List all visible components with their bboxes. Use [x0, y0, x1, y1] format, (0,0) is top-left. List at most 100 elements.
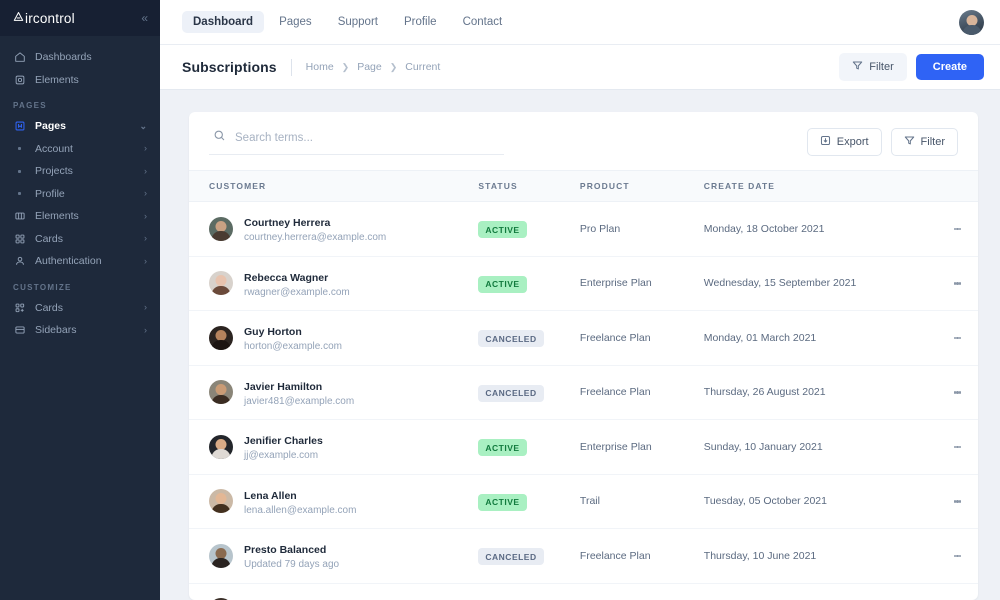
download-icon	[820, 135, 831, 149]
content-area: Export Filter	[160, 90, 1000, 600]
kebab-menu-icon[interactable]	[937, 281, 978, 286]
chevron-right-icon[interactable]: ›	[144, 167, 147, 176]
cell-customer: Javier Hamiltonjavier481@example.com	[189, 365, 478, 420]
avatar	[209, 217, 233, 241]
cell-product: Pro Plan	[580, 202, 704, 257]
table-row[interactable]: Jenifier Charlesjj@example.comACTIVEEnte…	[189, 420, 978, 475]
avatar	[209, 544, 233, 568]
sidebar-item-elements[interactable]: Elements ›	[0, 205, 160, 228]
search-box[interactable]	[209, 129, 504, 155]
tab-contact[interactable]: Contact	[452, 11, 514, 33]
cell-product: Pro Plan	[580, 583, 704, 600]
chevron-right-icon[interactable]: ›	[144, 326, 147, 335]
table-row[interactable]: Lena Allenlena.allen@example.comACTIVETr…	[189, 474, 978, 529]
kebab-menu-icon[interactable]	[937, 390, 978, 395]
chevron-right-icon[interactable]: ›	[144, 212, 147, 221]
sidebar-section-pages: PAGES	[0, 91, 160, 115]
chevron-right-icon[interactable]: ›	[144, 303, 147, 312]
sidebar-item-account[interactable]: Account ›	[0, 138, 160, 161]
sidebar-item-cards[interactable]: Cards ›	[0, 228, 160, 251]
chevron-right-icon[interactable]: ›	[144, 234, 147, 243]
column-header-create-date: CREATE DATE	[704, 171, 938, 202]
status-badge: CANCELED	[478, 385, 543, 402]
main-area: Dashboard Pages Support Profile Contact …	[160, 0, 1000, 600]
cell-actions	[937, 420, 978, 475]
tab-dashboard[interactable]: Dashboard	[182, 11, 264, 33]
funnel-icon	[852, 60, 863, 74]
customer-name: Jenifier Charles	[244, 435, 323, 447]
table-row[interactable]: Keith Hansonk.handson@example.comACTIVEP…	[189, 583, 978, 600]
home-icon	[13, 51, 26, 64]
table-row[interactable]: Rebecca Wagnerrwagner@example.comACTIVEE…	[189, 256, 978, 311]
funnel-icon	[904, 135, 915, 149]
tab-support[interactable]: Support	[327, 11, 389, 33]
customer-name: Javier Hamilton	[244, 381, 322, 393]
cell-customer: Jenifier Charles jj@example.com	[189, 420, 478, 475]
page-title: Subscriptions	[182, 59, 277, 75]
sidebar-item-dashboards[interactable]: Dashboards	[0, 46, 160, 69]
customer-name: Guy Horton	[244, 326, 302, 338]
customer-sub: Updated 79 days ago	[244, 558, 339, 572]
status-badge: ACTIVE	[478, 439, 526, 456]
status-badge: CANCELED	[478, 548, 543, 565]
avatar	[209, 435, 233, 459]
sidebar-label: Profile	[35, 188, 135, 200]
table-row[interactable]: Presto BalancedUpdated 79 days agoCANCEL…	[189, 529, 978, 584]
cell-create-date: Monday, 18 October 2021	[704, 202, 938, 257]
tab-profile[interactable]: Profile	[393, 11, 448, 33]
cell-customer: Guy Hortonhorton@example.com	[189, 311, 478, 366]
customer-name: Rebecca Wagner	[244, 272, 328, 284]
chevron-right-icon[interactable]: ›	[144, 189, 147, 198]
export-button[interactable]: Export	[807, 128, 882, 156]
sidebar-item-pages[interactable]: Pages ⌄	[0, 115, 160, 138]
kebab-menu-icon[interactable]	[937, 335, 978, 340]
table-filter-button[interactable]: Filter	[891, 128, 958, 156]
kebab-menu-icon[interactable]	[937, 226, 978, 231]
customer-sub: jj@example.com	[244, 449, 323, 463]
sidebar-item-elements-top[interactable]: Elements	[0, 69, 160, 92]
create-button[interactable]: Create	[916, 54, 984, 80]
grid-icon	[13, 232, 26, 245]
cell-status: ACTIVE	[478, 474, 580, 529]
avatar[interactable]	[959, 10, 984, 35]
brand-logo[interactable]: ircontrol	[13, 11, 75, 26]
cell-status: CANCELED	[478, 365, 580, 420]
customer-sub: rwagner@example.com	[244, 286, 350, 300]
sidebar-icon	[13, 324, 26, 337]
table-row[interactable]: Guy Hortonhorton@example.comCANCELEDFree…	[189, 311, 978, 366]
sidebar-item-authentication[interactable]: Authentication ›	[0, 250, 160, 273]
sidebar-label: Authentication	[35, 255, 135, 267]
table-row[interactable]: Javier Hamiltonjavier481@example.comCANC…	[189, 365, 978, 420]
sidebar-item-profile[interactable]: Profile ›	[0, 183, 160, 206]
filter-button[interactable]: Filter	[839, 53, 906, 81]
sidebar-label: Cards	[35, 302, 135, 314]
sidebar-item-cards-customize[interactable]: Cards ›	[0, 297, 160, 320]
chevrons-left-icon[interactable]: «	[141, 12, 148, 24]
cell-status: ACTIVE	[478, 583, 580, 600]
tab-pages[interactable]: Pages	[268, 11, 323, 33]
breadcrumb-home[interactable]: Home	[306, 61, 334, 73]
sidebar-item-projects[interactable]: Projects ›	[0, 160, 160, 183]
sidebar-label: Elements	[35, 210, 135, 222]
chip-icon	[13, 73, 26, 86]
search-input[interactable]	[235, 132, 500, 144]
bullet-icon	[13, 147, 26, 150]
breadcrumb-page[interactable]: Page	[357, 61, 382, 73]
column-header-actions	[937, 171, 978, 202]
chevron-right-icon[interactable]: ›	[144, 144, 147, 153]
bullet-icon	[13, 192, 26, 195]
table-filter-button-label: Filter	[921, 136, 945, 148]
chevron-down-icon[interactable]: ⌄	[139, 122, 147, 131]
customer-name: Courtney Herrera	[244, 217, 330, 229]
kebab-menu-icon[interactable]	[937, 553, 978, 558]
columns-icon	[13, 210, 26, 223]
table-header-row: CUSTOMER STATUS PRODUCT CREATE DATE	[189, 171, 978, 202]
kebab-menu-icon[interactable]	[937, 444, 978, 449]
app-root: ircontrol « Dashboards	[0, 0, 1000, 600]
cell-customer: Courtney Herreracourtney.herrera@example…	[189, 202, 478, 257]
kebab-menu-icon[interactable]	[937, 499, 978, 504]
column-header-status: STATUS	[478, 171, 580, 202]
chevron-right-icon[interactable]: ›	[144, 257, 147, 266]
table-row[interactable]: Courtney Herreracourtney.herrera@example…	[189, 202, 978, 257]
sidebar-item-sidebars[interactable]: Sidebars ›	[0, 319, 160, 342]
